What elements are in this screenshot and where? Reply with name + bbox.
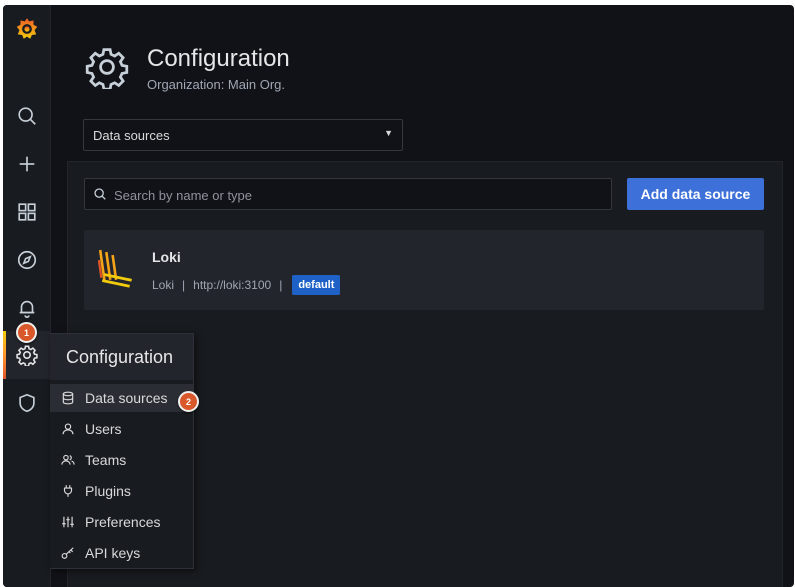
section-select-value: Data sources <box>93 128 170 143</box>
alerting-icon[interactable] <box>11 292 43 324</box>
menu-item-teams[interactable]: Teams <box>50 446 193 474</box>
page-subtitle: Organization: Main Org. <box>147 77 286 92</box>
search-field-icon <box>94 188 106 200</box>
datasource-url: http://loki:3100 <box>193 278 272 292</box>
menu-item-data-sources[interactable]: Data sources <box>50 384 193 412</box>
search-icon[interactable] <box>11 100 43 132</box>
explore-icon[interactable] <box>11 244 43 276</box>
caret-down-icon: ▼ <box>384 128 393 138</box>
datasource-name[interactable]: Loki <box>152 249 181 265</box>
shield-icon[interactable] <box>11 387 43 419</box>
meta-separator: | <box>279 278 283 292</box>
users-icon <box>61 454 75 465</box>
key-icon <box>61 547 74 559</box>
flyout-title[interactable]: Configuration <box>50 334 193 380</box>
search-box[interactable] <box>84 178 612 211</box>
step-1-badge: 1 <box>16 322 37 343</box>
menu-item-plugins[interactable]: Plugins <box>50 477 193 505</box>
datasource-type: Loki <box>152 278 175 292</box>
menu-item-label: Data sources <box>85 390 168 406</box>
plus-icon[interactable] <box>11 148 43 180</box>
page-title: Configuration <box>147 45 290 72</box>
gear-icon[interactable] <box>11 339 43 371</box>
menu-item-label: Preferences <box>85 514 161 530</box>
plug-icon <box>63 485 73 497</box>
section-select[interactable]: Data sources ▼ <box>83 119 403 151</box>
grafana-app: 1 Configuration Organization: Main Org. … <box>3 5 794 587</box>
default-badge: default <box>292 275 341 295</box>
dashboards-icon[interactable] <box>11 196 43 228</box>
datasource-card-loki[interactable]: Loki Loki | http://loki:3100 | default <box>84 230 764 310</box>
menu-item-label: Users <box>85 421 122 437</box>
loki-logo-icon <box>98 249 132 288</box>
datasource-meta: Loki | http://loki:3100 | default <box>152 275 341 295</box>
menu-item-label: Plugins <box>85 483 131 499</box>
sliders-icon <box>62 516 74 528</box>
step-2-badge: 2 <box>178 391 199 412</box>
user-icon <box>62 423 74 435</box>
search-input[interactable] <box>112 179 606 211</box>
meta-separator: | <box>182 278 186 292</box>
menu-item-api-keys[interactable]: API keys <box>50 539 193 567</box>
configuration-gear-icon <box>85 48 129 89</box>
menu-item-users[interactable]: Users <box>50 415 193 443</box>
menu-item-preferences[interactable]: Preferences <box>50 508 193 536</box>
database-icon <box>62 391 74 405</box>
sidebar <box>3 5 51 587</box>
menu-item-label: API keys <box>85 545 141 561</box>
configuration-flyout-menu: Configuration Data sources Users Teams P… <box>50 333 194 569</box>
menu-item-label: Teams <box>85 452 127 468</box>
grafana-logo-icon[interactable] <box>11 13 43 45</box>
add-data-source-button[interactable]: Add data source <box>627 178 764 210</box>
sidebar-active-indicator <box>3 331 6 379</box>
